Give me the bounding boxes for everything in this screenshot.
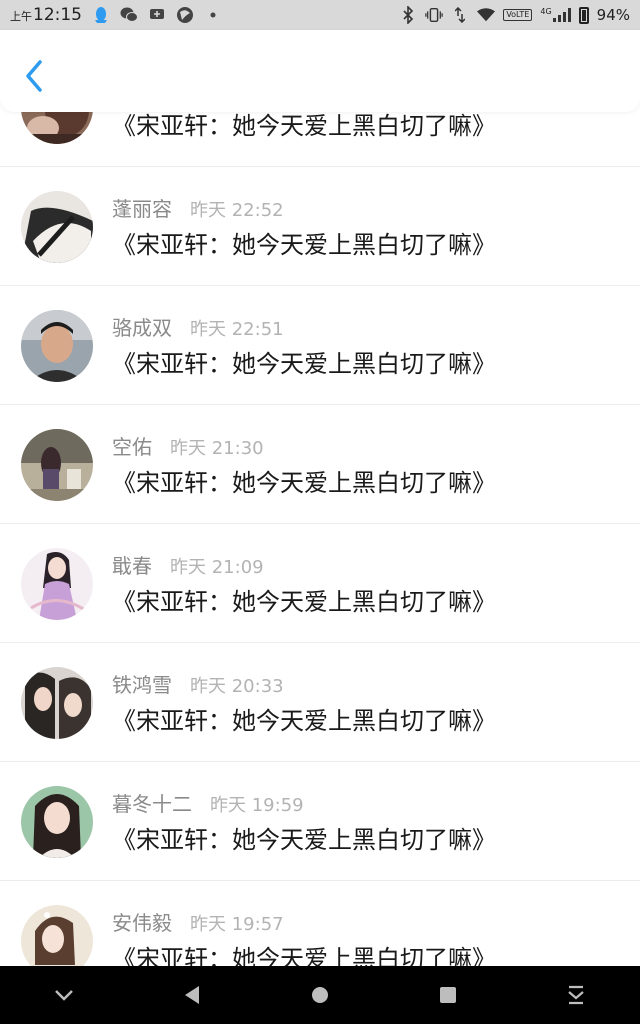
status-ampm: 上午 bbox=[10, 10, 32, 23]
timestamp: 昨天 22:52 bbox=[190, 200, 284, 221]
name-row: 戢春 昨天 21:09 bbox=[112, 550, 264, 579]
avatar[interactable] bbox=[21, 786, 93, 858]
timestamp: 昨天 19:57 bbox=[190, 914, 284, 935]
username[interactable]: 骆成双 bbox=[112, 312, 172, 341]
username[interactable]: 安伟毅 bbox=[112, 907, 172, 936]
name-row: 空佑 昨天 21:30 bbox=[112, 431, 264, 460]
list-item[interactable]: 骆成双 昨天 22:51 《宋亚轩：她今天爱上黑白切了嘛》 bbox=[0, 286, 640, 405]
avatar[interactable] bbox=[21, 548, 93, 620]
signal-icon: 4G bbox=[540, 7, 571, 22]
data-arrows-icon bbox=[451, 6, 469, 24]
status-time: 上午12:15 bbox=[10, 5, 82, 25]
name-row: 安伟毅 昨天 19:57 bbox=[112, 907, 284, 936]
username[interactable]: 戢春 bbox=[112, 550, 152, 579]
list-item[interactable]: 空佑 昨天 21:30 《宋亚轩：她今天爱上黑白切了嘛》 bbox=[0, 405, 640, 524]
battery-percent: 94% bbox=[596, 6, 630, 24]
avatar[interactable] bbox=[21, 429, 93, 501]
bluetooth-icon bbox=[399, 6, 417, 24]
comment-text: 《宋亚轩：她今天爱上黑白切了嘛》 bbox=[112, 350, 496, 378]
qq-icon bbox=[92, 6, 110, 24]
status-clock: 12:15 bbox=[33, 5, 82, 25]
wifi-icon bbox=[477, 6, 496, 24]
comment-list: 《宋亚轩：她今天爱上黑白切了嘛》 蓬丽容 昨天 22:52 《宋亚轩：她今天爱上… bbox=[0, 0, 640, 1024]
username[interactable]: 空佑 bbox=[112, 431, 152, 460]
home-circle-icon[interactable] bbox=[300, 975, 340, 1015]
browser-icon bbox=[176, 6, 194, 24]
volte-badge: VoLTE bbox=[503, 9, 533, 21]
chevron-left-icon[interactable] bbox=[18, 56, 50, 96]
avatar[interactable] bbox=[21, 667, 93, 739]
avatar[interactable] bbox=[21, 310, 93, 382]
username[interactable]: 铁鸿雪 bbox=[112, 669, 172, 698]
comment-text: 《宋亚轩：她今天爱上黑白切了嘛》 bbox=[112, 707, 496, 735]
avatar[interactable] bbox=[21, 191, 93, 263]
recents-square-icon[interactable] bbox=[428, 975, 468, 1015]
username[interactable]: 暮冬十二 bbox=[112, 788, 192, 817]
more-dot-icon bbox=[204, 6, 222, 24]
name-row: 暮冬十二 昨天 19:59 bbox=[112, 788, 304, 817]
back-triangle-icon[interactable] bbox=[172, 975, 212, 1015]
list-item[interactable]: 戢春 昨天 21:09 《宋亚轩：她今天爱上黑白切了嘛》 bbox=[0, 524, 640, 643]
list-item[interactable]: 蓬丽容 昨天 22:52 《宋亚轩：她今天爱上黑白切了嘛》 bbox=[0, 167, 640, 286]
comment-text: 《宋亚轩：她今天爱上黑白切了嘛》 bbox=[112, 469, 496, 497]
name-row: 蓬丽容 昨天 22:52 bbox=[112, 193, 284, 222]
status-bar: 上午12:15 VoLTE 4G 94% bbox=[0, 0, 640, 30]
timestamp: 昨天 22:51 bbox=[190, 319, 284, 340]
notification-pull-icon[interactable] bbox=[556, 975, 596, 1015]
name-row: 骆成双 昨天 22:51 bbox=[112, 312, 284, 341]
name-row: 铁鸿雪 昨天 20:33 bbox=[112, 669, 284, 698]
collapse-icon[interactable] bbox=[44, 975, 84, 1015]
timestamp: 昨天 21:30 bbox=[170, 438, 264, 459]
comment-text: 《宋亚轩：她今天爱上黑白切了嘛》 bbox=[112, 231, 496, 259]
top-header bbox=[0, 30, 640, 112]
timestamp: 昨天 20:33 bbox=[190, 676, 284, 697]
timestamp: 昨天 19:59 bbox=[210, 795, 304, 816]
system-nav-bar bbox=[0, 966, 640, 1024]
username[interactable]: 蓬丽容 bbox=[112, 193, 172, 222]
list-item[interactable]: 暮冬十二 昨天 19:59 《宋亚轩：她今天爱上黑白切了嘛》 bbox=[0, 762, 640, 881]
comment-text: 《宋亚轩：她今天爱上黑白切了嘛》 bbox=[112, 826, 496, 854]
list-item[interactable]: 铁鸿雪 昨天 20:33 《宋亚轩：她今天爱上黑白切了嘛》 bbox=[0, 643, 640, 762]
wechat-icon bbox=[120, 6, 138, 24]
battery-icon bbox=[578, 6, 589, 24]
network-type: 4G bbox=[540, 7, 552, 16]
timestamp: 昨天 21:09 bbox=[170, 557, 264, 578]
comment-text: 《宋亚轩：她今天爱上黑白切了嘛》 bbox=[112, 588, 496, 616]
vibrate-icon bbox=[425, 6, 444, 24]
message-icon bbox=[148, 6, 166, 24]
